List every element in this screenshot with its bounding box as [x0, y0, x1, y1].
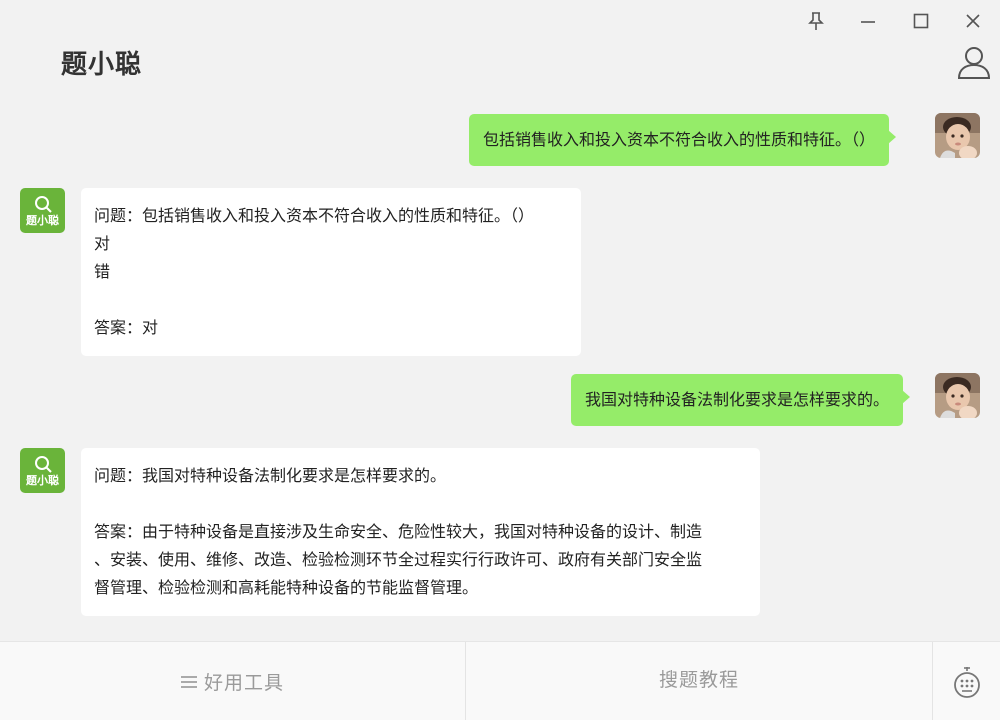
chat-area[interactable]: 包括销售收入和投入资本不符合收入的性质和特征。（） 题小聪 问题：包括销售收入和…	[0, 96, 1000, 641]
answer-line	[94, 490, 747, 518]
bot-logo-text: 题小聪	[26, 473, 59, 487]
answer-line: 答案：由于特种设备是直接涉及生命安全、危险性较大，我国对特种设备的设计、制造	[94, 522, 703, 541]
magnifier-icon	[34, 455, 52, 473]
tools-button[interactable]: 好用工具	[0, 642, 465, 720]
app-title: 题小聪	[61, 50, 143, 80]
answer-line	[94, 286, 568, 314]
pin-icon	[808, 12, 824, 30]
pin-button[interactable]	[801, 6, 831, 36]
answer-line: 督管理、检验检测和高耗能特种设备的节能监督管理。	[94, 578, 479, 597]
menu-icon	[180, 675, 197, 688]
tools-label: 好用工具	[203, 672, 284, 694]
maximize-button[interactable]	[906, 6, 936, 36]
bot-avatar[interactable]: 题小聪	[20, 448, 65, 493]
minimize-icon	[861, 21, 875, 23]
magnifier-icon	[34, 195, 52, 213]
bottom-toolbar: 好用工具 搜题教程	[0, 641, 1000, 720]
keyboard-button[interactable]	[933, 642, 1000, 720]
keyboard-icon	[953, 666, 980, 698]
answer-line: 问题：我国对特种设备法制化要求是怎样要求的。	[94, 466, 447, 485]
tutorial-button[interactable]: 搜题教程	[466, 639, 932, 718]
user-message-bubble: 我国对特种设备法制化要求是怎样要求的。	[571, 374, 911, 426]
answer-line: 对	[94, 234, 111, 253]
user-avatar[interactable]	[935, 373, 980, 418]
bot-answer-bubble: 问题：包括销售收入和投入资本不符合收入的性质和特征。（） 对 错 答案：对	[81, 188, 581, 356]
minimize-button[interactable]	[853, 6, 883, 36]
bot-logo-text: 题小聪	[26, 213, 59, 227]
user-message-text: 我国对特种设备法制化要求是怎样要求的。	[585, 390, 890, 409]
child-photo-avatar	[935, 113, 980, 158]
user-avatar[interactable]	[935, 113, 980, 158]
close-button[interactable]	[958, 6, 988, 36]
close-icon	[966, 14, 980, 28]
bot-avatar[interactable]: 题小聪	[20, 188, 65, 233]
answer-line: 错	[94, 262, 111, 281]
user-message-bubble: 包括销售收入和投入资本不符合收入的性质和特征。（）	[469, 114, 897, 166]
answer-line: 问题：包括销售收入和投入资本不符合收入的性质和特征。（）	[94, 206, 535, 225]
child-photo-avatar	[935, 373, 980, 418]
tutorial-label: 搜题教程	[658, 669, 739, 691]
answer-line: 、安装、使用、维修、改造、检验检测环节全过程实行行政许可、政府有关部门安全监	[94, 550, 703, 569]
bot-answer-bubble: 问题：我国对特种设备法制化要求是怎样要求的。 答案：由于特种设备是直接涉及生命安…	[81, 448, 760, 616]
user-message-text: 包括销售收入和投入资本不符合收入的性质和特征。（）	[483, 130, 876, 149]
maximize-icon	[913, 13, 929, 29]
answer-line: 答案：对	[94, 318, 159, 337]
user-profile-button[interactable]	[955, 44, 993, 82]
user-icon	[957, 47, 991, 79]
